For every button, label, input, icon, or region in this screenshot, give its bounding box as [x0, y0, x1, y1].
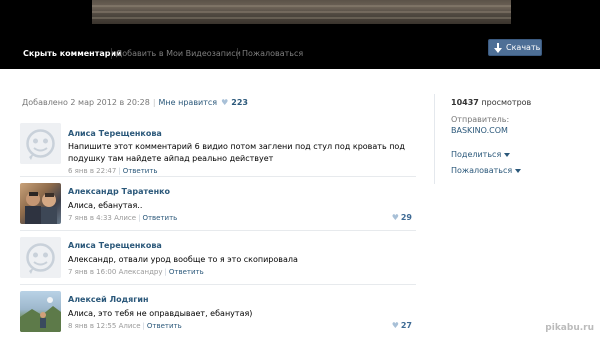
heart-icon: ♥	[391, 213, 399, 222]
meta-separator: |	[152, 98, 156, 107]
added-date: Добавлено 2 мар 2012 в 20:28	[22, 98, 150, 107]
heart-icon: ♥	[391, 321, 399, 330]
avatar[interactable]	[20, 237, 61, 278]
comment-text: Алиса, ебанутая..	[68, 201, 143, 210]
toolbar-divider	[237, 48, 238, 59]
views-label: просмотров	[478, 98, 532, 107]
hide-comments-link[interactable]: Скрыть комментарии	[23, 49, 122, 58]
comment-info: 8 янв в 12:55 Алисе | Ответить	[68, 322, 182, 330]
heart-icon: ♥	[221, 98, 229, 107]
reply-link[interactable]: Ответить	[147, 322, 182, 330]
reply-link[interactable]: Ответить	[142, 214, 177, 222]
info-separator: |	[142, 322, 145, 330]
download-arrow-icon	[494, 43, 502, 53]
avatar[interactable]	[20, 123, 61, 164]
comment-item: Александр Таратенко Алиса, ебанутая.. 7 …	[20, 177, 416, 231]
comment-text: Алиса, это тебя не оправдывает, ебанутая…	[68, 309, 253, 318]
comment-author[interactable]: Алексей Лодягин	[68, 295, 149, 304]
comment-likes[interactable]: ♥ 27	[392, 321, 412, 330]
comment-author[interactable]: Александр Таратенко	[68, 187, 170, 196]
reply-link[interactable]: Ответить	[169, 268, 204, 276]
comment-info: 7 янв в 16:00 Александру | Ответить	[68, 268, 204, 276]
user-photo-icon	[20, 297, 61, 332]
video-frame[interactable]	[92, 0, 511, 24]
like-count[interactable]: 223	[231, 98, 248, 107]
comment-like-count: 29	[400, 213, 412, 222]
views-count: 10437 просмотров	[451, 98, 531, 107]
info-separator: |	[118, 167, 121, 175]
reply-link[interactable]: Ответить	[123, 167, 158, 175]
default-avatar-icon	[20, 237, 61, 278]
toolbar-divider	[111, 48, 112, 59]
add-to-videos-link[interactable]: Добавить в Мои Видеозаписи	[116, 49, 241, 58]
like-link[interactable]: Мне нравится	[159, 98, 218, 107]
comment-item: Алиса Терещенкова Напишите этот коммента…	[20, 123, 416, 177]
comment-likes[interactable]: ♥ 29	[392, 213, 412, 222]
comment-time[interactable]: 7 янв в 4:33 Алисе	[68, 214, 136, 222]
comment-info: 7 янв в 4:33 Алисе | Ответить	[68, 214, 177, 222]
comment-item: Алексей Лодягин Алиса, это тебя не оправ…	[20, 285, 416, 337]
report-button[interactable]: Пожаловаться	[451, 166, 522, 175]
share-button[interactable]: Поделиться	[451, 150, 511, 159]
chevron-down-icon	[515, 168, 522, 173]
info-separator: |	[138, 214, 141, 222]
sender-link[interactable]: BASKINO.COM	[451, 126, 508, 135]
download-label: Скачать	[506, 43, 541, 52]
chevron-down-icon	[504, 152, 511, 157]
video-sidebar: 10437 просмотров Отправитель: BASKINO.CO…	[434, 94, 570, 184]
comment-time[interactable]: 7 янв в 16:00 Александру	[68, 268, 163, 276]
report-label: Пожаловаться	[451, 166, 513, 175]
comment-author[interactable]: Алиса Терещенкова	[68, 241, 162, 250]
report-video-link[interactable]: Пожаловаться	[242, 49, 303, 58]
comment-text: Напишите этот комментарий 6 видио потом …	[68, 142, 405, 163]
default-avatar-icon	[20, 123, 61, 164]
watermark: pikabu.ru	[545, 323, 594, 333]
video-player: Скрыть комментарии Добавить в Мои Видеоз…	[0, 0, 600, 69]
avatar[interactable]	[20, 291, 61, 332]
comment-time[interactable]: 6 янв в 22:47	[68, 167, 116, 175]
comment-author[interactable]: Алиса Терещенкова	[68, 129, 162, 138]
avatar[interactable]	[20, 183, 61, 224]
user-photo-icon	[25, 192, 57, 224]
views-number: 10437	[451, 98, 479, 107]
comment-item: Алиса Терещенкова Александр, отвали урод…	[20, 231, 416, 285]
info-separator: |	[164, 268, 167, 276]
comment-text: Александр, отвали урод вообще то я это с…	[68, 255, 298, 264]
sender-label: Отправитель:	[451, 115, 510, 124]
comment-time[interactable]: 8 янв в 12:55 Алисе	[68, 322, 141, 330]
download-button[interactable]: Скачать	[488, 39, 542, 56]
comment-like-count: 27	[400, 321, 412, 330]
comment-info: 6 янв в 22:47 | Ответить	[68, 167, 158, 175]
share-label: Поделиться	[451, 150, 502, 159]
video-meta: Добавлено 2 мар 2012 в 20:28 | Мне нравитс…	[22, 98, 248, 107]
